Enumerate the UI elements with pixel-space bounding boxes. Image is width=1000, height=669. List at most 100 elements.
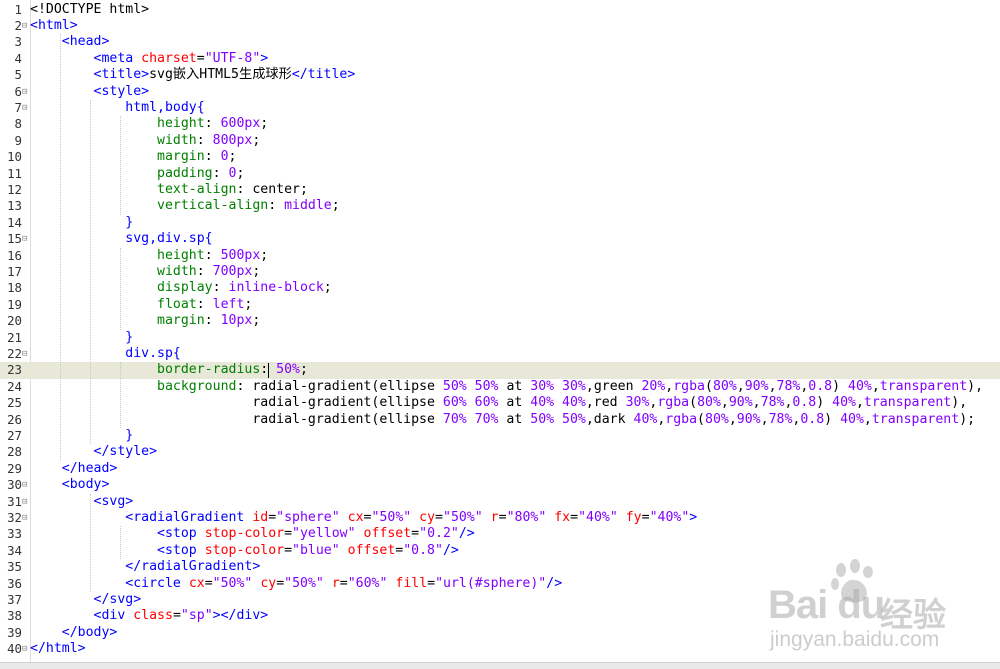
code-line[interactable]: 23 border-radius: 50%; xyxy=(0,362,1000,379)
code-line[interactable]: 19 float: left; xyxy=(0,297,1000,313)
code-line[interactable]: 29 </head> xyxy=(0,461,1000,477)
fold-toggle-icon[interactable]: ⊟ xyxy=(22,231,30,247)
code-line[interactable]: 32 ⊟ <radialGradient id="sphere" cx="50%"… xyxy=(0,510,1000,526)
code-line[interactable]: 28 </style> xyxy=(0,444,1000,460)
line-number: 19 xyxy=(7,296,22,312)
code-token: rgba xyxy=(657,395,690,411)
code-token: 40% xyxy=(840,411,864,427)
code-token: ></div> xyxy=(212,608,269,624)
code-line[interactable]: 18 display: inline-block; xyxy=(0,280,1000,296)
line-number: 4 xyxy=(14,50,22,66)
code-line[interactable]: 1 <!DOCTYPE html> xyxy=(0,2,1000,18)
code-line[interactable]: 6 ⊟ <style> xyxy=(0,84,1000,100)
code-line[interactable]: 16 height: 500px; xyxy=(0,248,1000,264)
code-line[interactable]: 3 <head> xyxy=(0,34,1000,50)
code-line[interactable]: 7 ⊟ html,body{ xyxy=(0,100,1000,116)
code-token: 40% xyxy=(848,378,872,394)
code-token: margin xyxy=(157,313,205,329)
code-line[interactable]: 13 vertical-align: middle; xyxy=(0,198,1000,214)
fold-toggle-icon[interactable]: ⊟ xyxy=(22,494,30,510)
line-number: 15 xyxy=(7,231,22,247)
code-token: ; xyxy=(252,313,261,329)
code-token: svg嵌入HTML5生成球形 xyxy=(149,67,292,83)
code-text: radial-gradient(ellipse 70% 70% at 50% 5… xyxy=(30,412,975,428)
code-line[interactable]: 34 <stop stop-color="blue" offset="0.8"/… xyxy=(0,543,1000,559)
fold-toggle-icon[interactable]: ⊟ xyxy=(22,510,30,526)
code-token: 70% xyxy=(474,411,499,427)
code-token: 30% xyxy=(530,378,555,394)
code-token: } xyxy=(125,329,134,345)
code-token: , xyxy=(863,411,872,427)
code-token: fx xyxy=(554,509,571,525)
watermark-url: jingyan.baidu.com xyxy=(770,628,940,651)
code-line[interactable]: 5 <title>svg嵌入HTML5生成球形</title> xyxy=(0,67,1000,83)
line-number: 22 xyxy=(7,345,22,361)
code-token: height xyxy=(157,247,205,263)
code-token: 80% xyxy=(697,395,721,411)
code-text: </radialGradient> xyxy=(30,559,260,575)
code-line[interactable]: 26 radial-gradient(ellipse 70% 70% at 50… xyxy=(0,412,1000,428)
code-token: ), xyxy=(951,395,968,411)
code-line[interactable]: 14 } xyxy=(0,215,1000,231)
fold-toggle-icon[interactable]: ⊟ xyxy=(22,641,30,657)
code-token: 40% xyxy=(530,395,555,411)
code-line[interactable]: 15 ⊟ svg,div.sp{ xyxy=(0,231,1000,247)
code-token: /> xyxy=(442,542,459,558)
code-token: </radialGradient> xyxy=(125,559,261,575)
fold-toggle-icon[interactable]: ⊟ xyxy=(22,346,30,362)
code-token: "50%" xyxy=(371,509,412,525)
code-line[interactable]: 20 margin: 10px; xyxy=(0,313,1000,329)
code-token: /> xyxy=(458,526,475,542)
fold-toggle-icon[interactable]: ⊟ xyxy=(22,100,30,116)
code-token: ) xyxy=(832,378,849,394)
line-number: 17 xyxy=(7,263,22,279)
code-line[interactable]: 11 padding: 0; xyxy=(0,166,1000,182)
code-text: </svg> xyxy=(30,592,142,608)
code-token: : xyxy=(268,198,285,214)
code-token: = xyxy=(284,542,293,558)
code-line[interactable]: 4 <meta charset="UTF-8"> xyxy=(0,51,1000,67)
code-line[interactable]: 25 radial-gradient(ellipse 60% 60% at 40… xyxy=(0,395,1000,411)
line-number: 8 xyxy=(14,116,22,132)
code-token: ; xyxy=(244,296,253,312)
code-line[interactable]: 27 } xyxy=(0,428,1000,444)
code-line[interactable]: 10 margin: 0; xyxy=(0,149,1000,165)
code-token: float xyxy=(157,296,197,312)
code-token: <meta xyxy=(93,50,142,66)
code-text: <head> xyxy=(30,34,110,50)
code-token: 60% xyxy=(442,395,467,411)
fold-toggle-icon[interactable]: ⊟ xyxy=(22,477,30,493)
code-token: fill xyxy=(395,575,428,591)
fold-toggle-icon[interactable]: ⊟ xyxy=(22,84,30,100)
code-line[interactable]: 31 ⊟ <svg> xyxy=(0,494,1000,510)
code-line[interactable]: 21 } xyxy=(0,330,1000,346)
code-token: ); xyxy=(959,411,976,427)
code-line[interactable]: 33 <stop stop-color="yellow" offset="0.2… xyxy=(0,526,1000,542)
code-line[interactable]: 9 width: 800px; xyxy=(0,133,1000,149)
code-line[interactable]: 30 ⊟ <body> xyxy=(0,477,1000,493)
code-token: 50% xyxy=(474,378,499,394)
code-token: charset xyxy=(141,50,197,66)
code-line[interactable]: 2 ⊟ <html> xyxy=(0,18,1000,34)
code-line[interactable]: 12 text-align: center; xyxy=(0,182,1000,198)
code-line[interactable]: 8 height: 600px; xyxy=(0,116,1000,132)
fold-toggle-icon[interactable]: ⊟ xyxy=(22,18,30,34)
code-token: </html> xyxy=(30,641,86,657)
code-token: "50%" xyxy=(443,509,483,525)
code-line[interactable]: 22 ⊟ div.sp{ xyxy=(0,346,1000,362)
code-text: } xyxy=(30,330,133,346)
code-token: 50% xyxy=(276,362,300,378)
code-text: <radialGradient id="sphere" cx="50%" cy=… xyxy=(30,510,697,526)
code-token: : xyxy=(204,149,221,165)
code-line[interactable]: 24 background: radial-gradient(ellipse 5… xyxy=(0,379,1000,395)
code-token: , xyxy=(855,395,864,411)
code-line[interactable]: 17 width: 700px; xyxy=(0,264,1000,280)
code-token: </style> xyxy=(93,444,158,460)
